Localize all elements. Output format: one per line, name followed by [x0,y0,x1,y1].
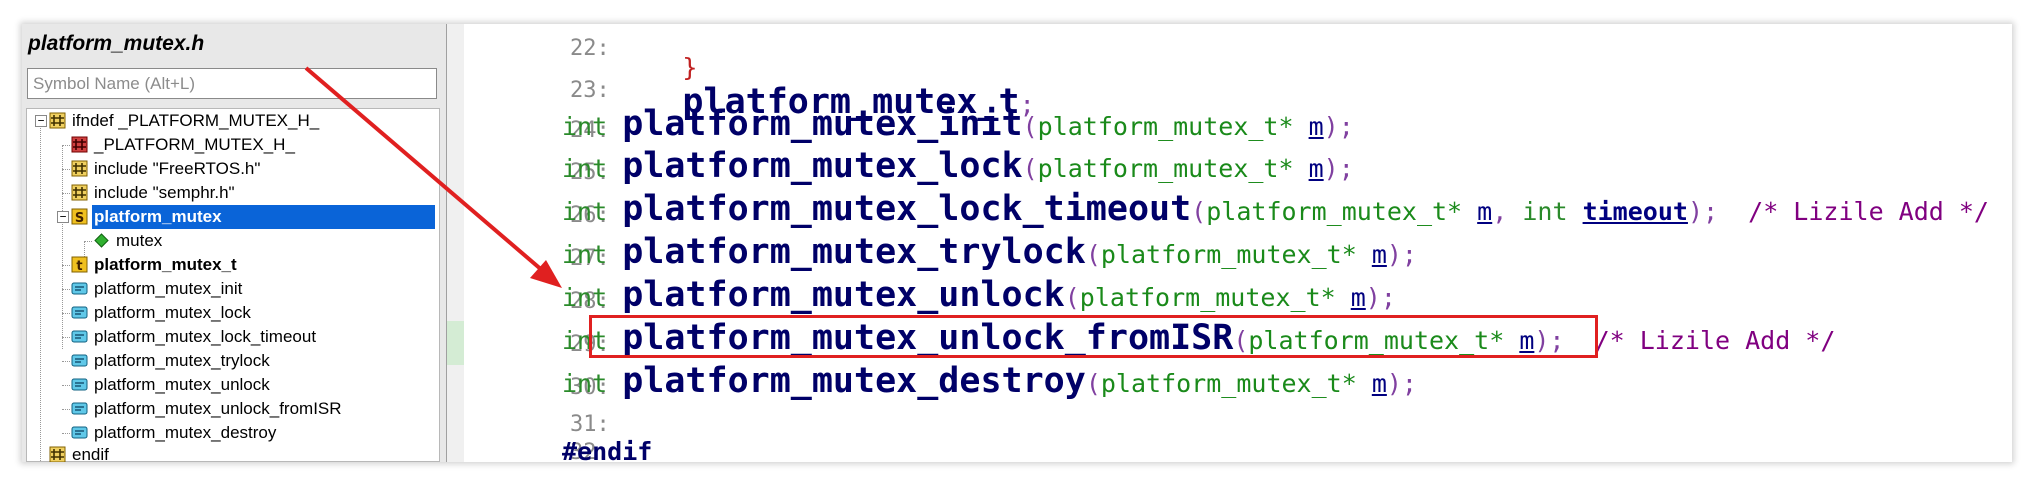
screenshot-frame: platform_mutex.h − ifndef _PLATFORM_MUTE… [22,24,2012,462]
annotation-arrow [304,66,562,288]
